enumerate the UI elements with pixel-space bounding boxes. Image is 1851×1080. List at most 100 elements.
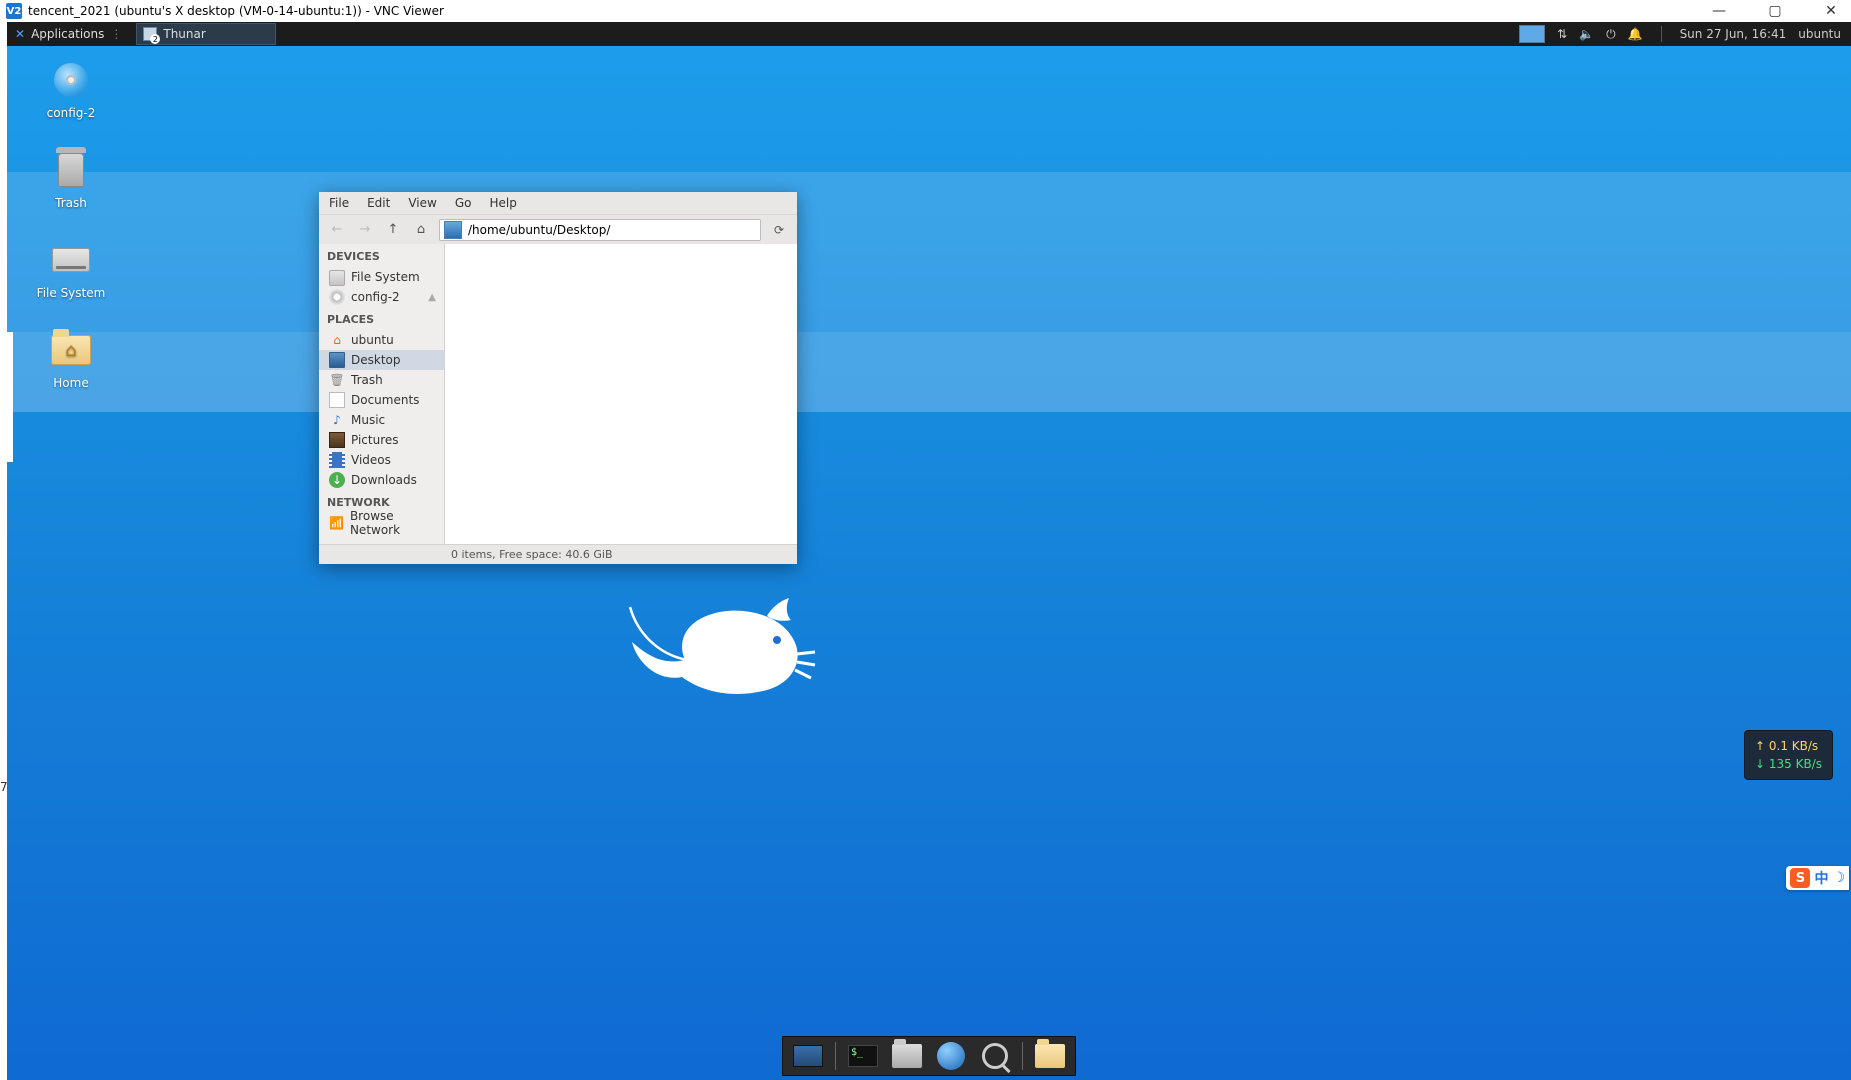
- menu-help[interactable]: Help: [489, 196, 516, 210]
- dock-show-desktop[interactable]: [791, 1041, 825, 1071]
- videos-icon: [329, 452, 345, 468]
- reload-button[interactable]: ⟳: [769, 223, 789, 237]
- sidebar-item-browse-network[interactable]: 📶 Browse Network: [319, 513, 444, 533]
- menu-file[interactable]: File: [329, 196, 349, 210]
- location-bar: [439, 219, 761, 241]
- globe-icon: [937, 1042, 965, 1070]
- sidebar-item-label: File System: [351, 270, 420, 284]
- sidebar-header-devices: DEVICES: [319, 244, 444, 267]
- show-desktop-icon: [793, 1045, 823, 1067]
- sogou-logo-icon: S: [1790, 868, 1810, 888]
- system-tray: ⇅ 🔈 ⏻ 🔔 Sun 27 Jun, 16:41 ubuntu: [1557, 26, 1851, 42]
- ime-indicator[interactable]: S 中 ☽: [1786, 866, 1849, 890]
- nav-home-button[interactable]: ⌂: [411, 220, 431, 240]
- xfce-logo-icon: ✕: [15, 27, 25, 41]
- netspeed-up: ↑ 0.1 KB/s: [1755, 737, 1822, 755]
- sidebar-item-documents[interactable]: Documents: [319, 390, 444, 410]
- notifications-icon[interactable]: 🔔: [1628, 27, 1643, 41]
- menu-edit[interactable]: Edit: [367, 196, 390, 210]
- dock-terminal[interactable]: $_: [846, 1041, 880, 1071]
- sidebar-item-label: Music: [351, 413, 385, 427]
- session-user[interactable]: ubuntu: [1798, 27, 1841, 41]
- desktop-icon-label: config-2: [47, 106, 96, 120]
- network-icon[interactable]: ⇅: [1557, 27, 1567, 41]
- sidebar-item-trash[interactable]: 🗑 Trash: [319, 370, 444, 390]
- network-icon: 📶: [329, 515, 344, 531]
- wallpaper-band: [7, 332, 1851, 412]
- minimize-button[interactable]: —: [1705, 3, 1733, 19]
- maximize-button[interactable]: ▢: [1761, 3, 1789, 19]
- location-folder-icon: [444, 221, 462, 239]
- terminal-icon: $_: [848, 1045, 878, 1067]
- menu-go[interactable]: Go: [455, 196, 472, 210]
- thunar-sidebar: DEVICES File System config-2 ▲ PLACES ⌂ …: [319, 244, 445, 544]
- location-input[interactable]: [466, 220, 760, 240]
- menu-view[interactable]: View: [408, 196, 436, 210]
- dock-separator: [835, 1042, 836, 1070]
- sidebar-item-label: Browse Network: [350, 509, 436, 537]
- applications-menu[interactable]: ✕ Applications ⋮: [7, 22, 130, 46]
- home-folder-icon: [1035, 1044, 1065, 1068]
- music-icon: ♪: [329, 412, 345, 428]
- nav-up-button[interactable]: ↑: [383, 220, 403, 240]
- netspeed-down: ↓ 135 KB/s: [1755, 755, 1822, 773]
- thunar-content-area[interactable]: [445, 244, 797, 544]
- workspace-switcher[interactable]: [1519, 25, 1545, 43]
- home-icon: ⌂: [329, 332, 345, 348]
- dock-web-browser[interactable]: [934, 1041, 968, 1071]
- nav-forward-button[interactable]: →: [355, 220, 375, 240]
- wallpaper-accent: [7, 332, 13, 462]
- clock[interactable]: Sun 27 Jun, 16:41: [1680, 27, 1787, 41]
- thunar-menubar: File Edit View Go Help: [319, 192, 797, 214]
- thunar-window: File Edit View Go Help ← → ↑ ⌂ ⟳ DEVICES…: [319, 192, 797, 564]
- close-button[interactable]: ✕: [1817, 3, 1845, 19]
- menu-separator-icon: ⋮: [110, 27, 122, 41]
- eject-icon[interactable]: ▲: [428, 292, 436, 303]
- trash-icon: [51, 150, 91, 190]
- sidebar-item-downloads[interactable]: ↓ Downloads: [319, 470, 444, 490]
- desktop-icon-label: Home: [53, 376, 88, 390]
- applications-label: Applications: [31, 27, 104, 41]
- magnifier-icon: [982, 1043, 1008, 1069]
- optical-disc-icon: [329, 289, 345, 305]
- nav-back-button[interactable]: ←: [327, 220, 347, 240]
- document-icon: [329, 392, 345, 408]
- thunar-task-icon: [143, 27, 157, 41]
- vnc-app-icon: V2: [6, 3, 22, 19]
- sidebar-item-label: Downloads: [351, 473, 417, 487]
- optical-disc-icon: [51, 60, 91, 100]
- trash-icon: 🗑: [329, 372, 345, 388]
- desktop-icon-config2[interactable]: config-2: [21, 60, 121, 120]
- thunar-statusbar: 0 items, Free space: 40.6 GiB: [319, 544, 797, 564]
- sidebar-item-ubuntu[interactable]: ⌂ ubuntu: [319, 330, 444, 350]
- sidebar-item-pictures[interactable]: Pictures: [319, 430, 444, 450]
- desktop-icon-label: Trash: [55, 196, 87, 210]
- vnc-titlebar: V2 tencent_2021 (ubuntu's X desktop (VM-…: [0, 0, 1851, 22]
- dock-separator: [1022, 1042, 1023, 1070]
- sidebar-item-desktop[interactable]: Desktop: [319, 350, 444, 370]
- sidebar-item-filesystem[interactable]: File System: [319, 267, 444, 287]
- tray-divider: [1661, 26, 1662, 42]
- dock-home-folder[interactable]: [1033, 1041, 1067, 1071]
- taskbar-button-thunar[interactable]: Thunar: [136, 23, 276, 45]
- thunar-body: DEVICES File System config-2 ▲ PLACES ⌂ …: [319, 244, 797, 544]
- desktop-icon: [329, 352, 345, 368]
- dock-file-manager[interactable]: [890, 1041, 924, 1071]
- downloads-icon: ↓: [329, 472, 345, 488]
- sidebar-item-label: Pictures: [351, 433, 399, 447]
- taskbar-button-label: Thunar: [163, 27, 205, 41]
- sidebar-item-config2[interactable]: config-2 ▲: [319, 287, 444, 307]
- desktop-icon-filesystem[interactable]: File System: [21, 240, 121, 300]
- sidebar-item-music[interactable]: ♪ Music: [319, 410, 444, 430]
- power-icon[interactable]: ⏻: [1606, 27, 1616, 42]
- bottom-dock: $_: [782, 1036, 1076, 1076]
- desktop-icons: config-2 Trash File System Home: [21, 60, 121, 390]
- dock-app-finder[interactable]: [978, 1041, 1012, 1071]
- volume-icon[interactable]: 🔈: [1579, 27, 1594, 41]
- desktop-icon-home[interactable]: Home: [21, 330, 121, 390]
- sidebar-item-label: Trash: [351, 373, 383, 387]
- sidebar-header-places: PLACES: [319, 307, 444, 330]
- sidebar-item-videos[interactable]: Videos: [319, 450, 444, 470]
- home-folder-icon: [51, 330, 91, 370]
- desktop-icon-trash[interactable]: Trash: [21, 150, 121, 210]
